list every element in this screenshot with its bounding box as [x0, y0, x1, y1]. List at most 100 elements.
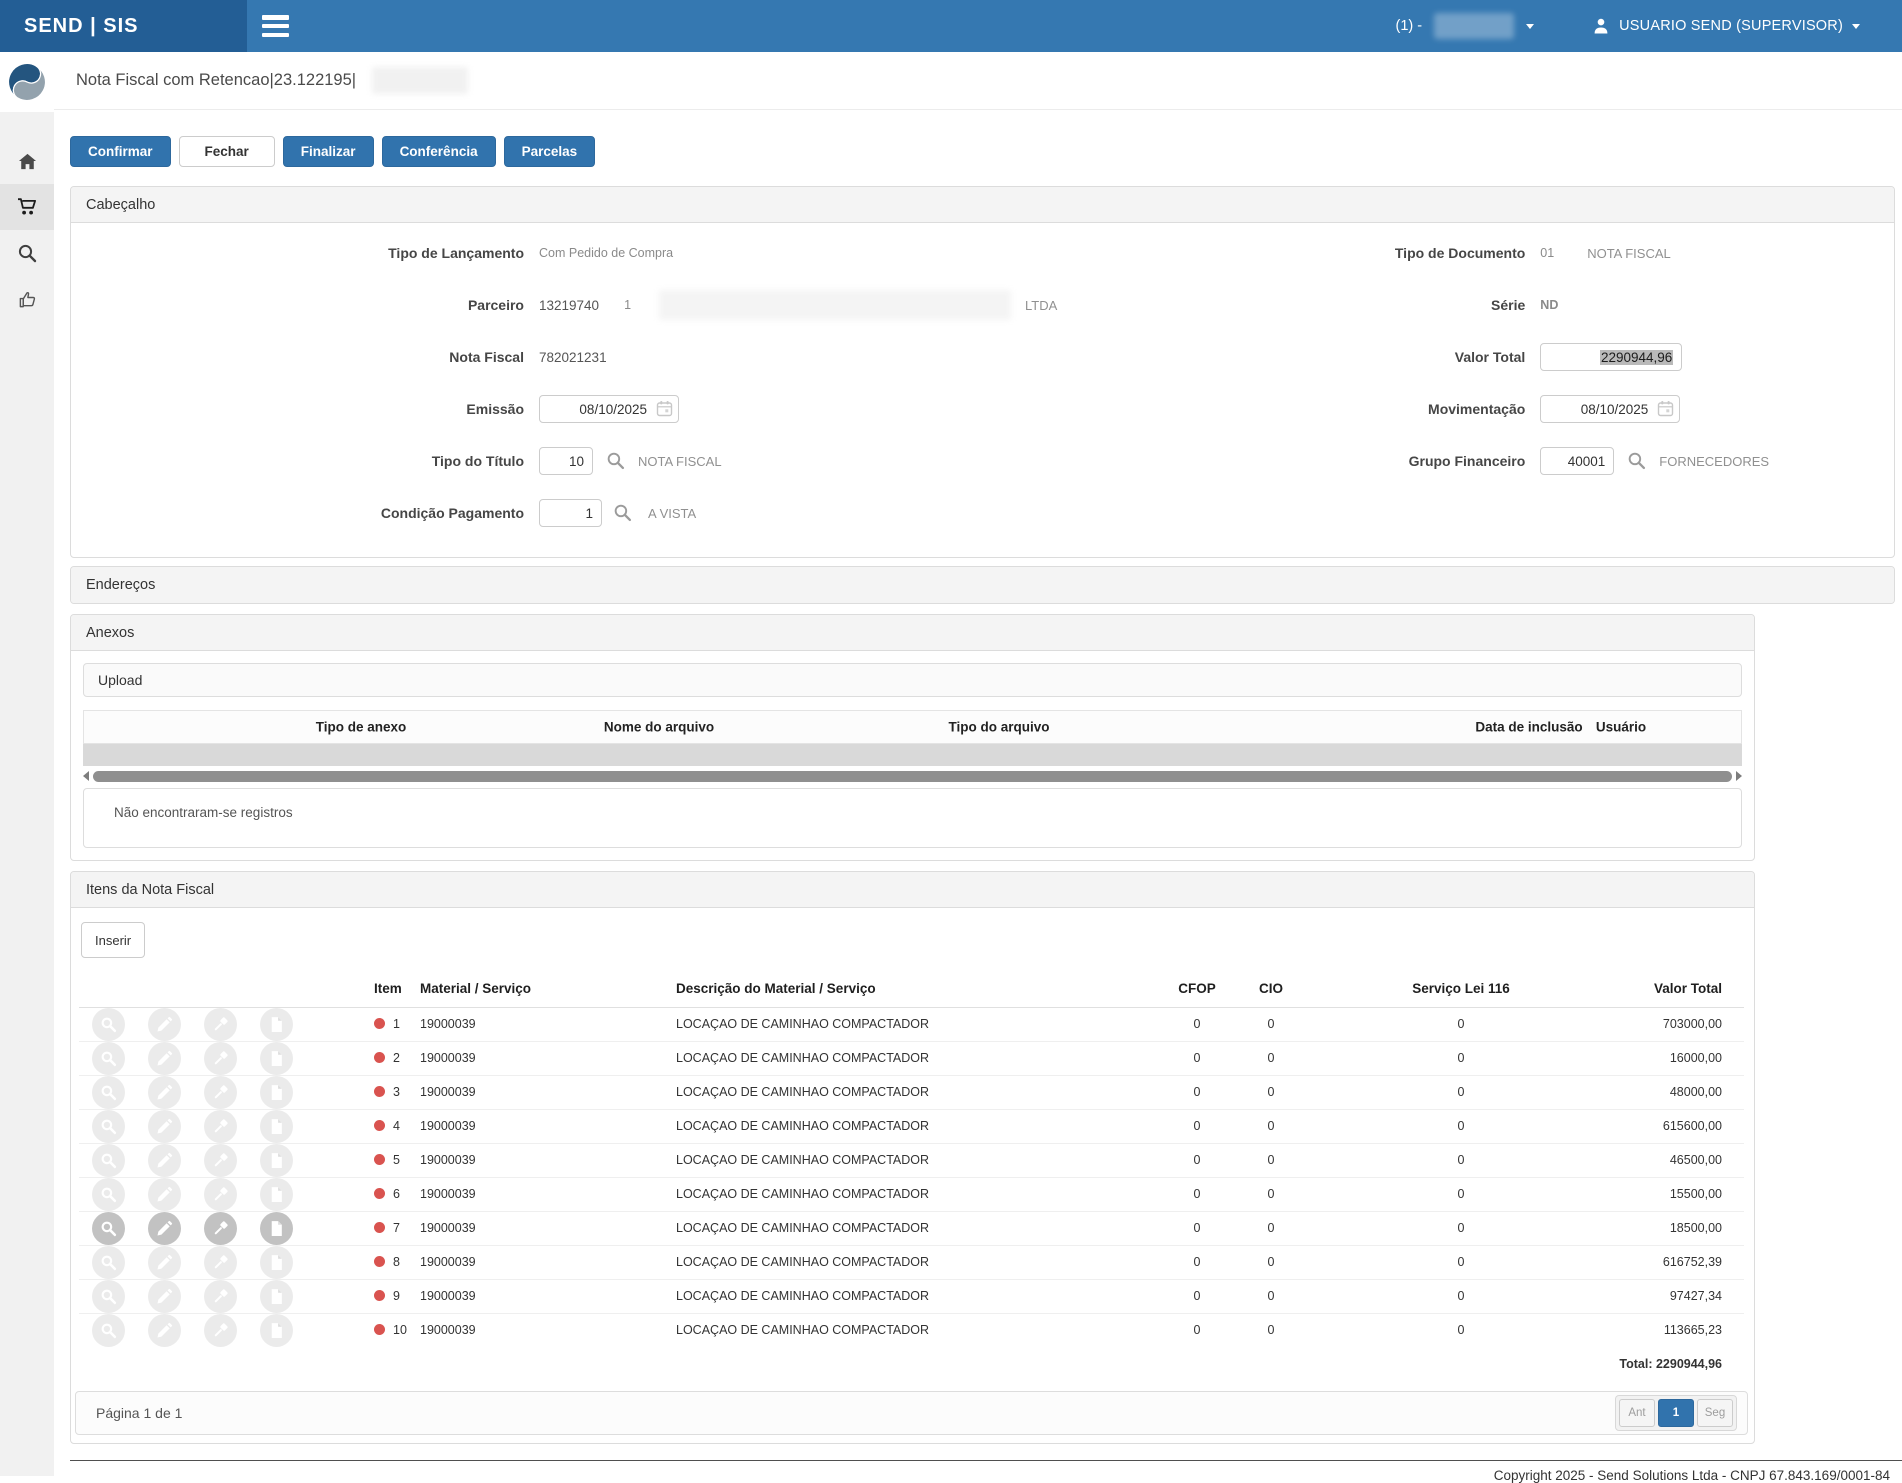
condicao-pagamento-lookup-icon[interactable]: [612, 503, 632, 523]
row-gavel-button[interactable]: [204, 1211, 237, 1245]
cfop-value: 0: [1193, 1017, 1201, 1031]
movimentacao-date-input[interactable]: 08/10/2025: [1540, 395, 1681, 423]
grupo-financeiro-input[interactable]: 40001: [1540, 447, 1615, 475]
items-header-row: Item Material / Serviço Descrição do Mat…: [79, 970, 1744, 1008]
row-view-button[interactable]: [92, 1245, 125, 1279]
calendar-icon[interactable]: [1656, 400, 1674, 418]
column-header: Nome do arquivo: [603, 719, 715, 735]
row-document-button[interactable]: [260, 1177, 293, 1211]
valor-total-value: 15500,00: [1614, 1176, 1744, 1211]
row-gavel-button[interactable]: [204, 1313, 237, 1347]
row-gavel-button[interactable]: [204, 1279, 237, 1313]
sidebar-item-home[interactable]: [0, 138, 54, 184]
panel-anexos: Anexos Upload Tipo de anexo Nome do arqu…: [70, 614, 1755, 861]
file-icon: [271, 1050, 282, 1066]
tipo-titulo-lookup-icon[interactable]: [605, 451, 625, 471]
row-gavel-button[interactable]: [204, 1245, 237, 1279]
tipo-documento-desc: NOTA FISCAL: [1587, 245, 1671, 261]
row-edit-button[interactable]: [148, 1211, 181, 1245]
company-selector[interactable]: (1) -: [1396, 13, 1535, 39]
user-menu[interactable]: USUARIO SEND (SUPERVISOR): [1592, 17, 1860, 35]
row-gavel-button[interactable]: [204, 1143, 237, 1177]
row-document-button[interactable]: [260, 1313, 293, 1347]
row-edit-button[interactable]: [148, 1041, 181, 1075]
row-document-button[interactable]: [260, 1211, 293, 1245]
row-view-button[interactable]: [92, 1041, 125, 1075]
inserir-button[interactable]: Inserir: [81, 922, 146, 958]
pencil-icon: [157, 1322, 173, 1338]
pagination-next-button[interactable]: Seg: [1697, 1399, 1733, 1427]
scroll-left-icon[interactable]: [83, 771, 89, 781]
table-row: 2 19000039 LOCAÇAO DE CAMINHAO COMPACTAD…: [79, 1040, 1744, 1075]
panel-itens-header[interactable]: Itens da Nota Fiscal: [71, 872, 1754, 908]
panel-enderecos-header[interactable]: Endereços: [71, 567, 1894, 603]
attachments-empty-row: [83, 744, 1742, 766]
row-document-button[interactable]: [260, 1007, 293, 1041]
row-view-button[interactable]: [92, 1109, 125, 1143]
row-view-button[interactable]: [92, 1211, 125, 1245]
row-view-button[interactable]: [92, 1313, 125, 1347]
cfop-value: 0: [1160, 1278, 1234, 1313]
hamburger-menu-icon[interactable]: [262, 15, 289, 37]
row-gavel-button[interactable]: [204, 1109, 237, 1143]
condicao-pagamento-input[interactable]: 1: [539, 499, 602, 527]
row-gavel-button[interactable]: [204, 1177, 237, 1211]
row-document-button[interactable]: [260, 1041, 293, 1075]
search-icon: [101, 1187, 117, 1202]
row-edit-button[interactable]: [148, 1143, 181, 1177]
row-document-button[interactable]: [260, 1279, 293, 1313]
valor-total-input[interactable]: 2290944,96: [1540, 343, 1683, 371]
grupo-financeiro-lookup-icon[interactable]: [1626, 451, 1646, 471]
row-document-button[interactable]: [260, 1143, 293, 1177]
tipo-titulo-input[interactable]: 10: [539, 447, 593, 475]
file-icon: [271, 1118, 282, 1134]
pagination-prev-button[interactable]: Ant: [1619, 1399, 1655, 1427]
row-view-button[interactable]: [92, 1007, 125, 1041]
row-view-button[interactable]: [92, 1143, 125, 1177]
row-edit-button[interactable]: [148, 1075, 181, 1109]
row-view-button[interactable]: [92, 1177, 125, 1211]
gavel-icon: [214, 1288, 228, 1302]
horizontal-scrollbar[interactable]: [83, 768, 1742, 784]
pagination-page-1-button[interactable]: 1: [1658, 1399, 1694, 1427]
row-document-button[interactable]: [260, 1075, 293, 1109]
row-gavel-button[interactable]: [204, 1007, 237, 1041]
table-row: 3 19000039 LOCAÇAO DE CAMINHAO COMPACTAD…: [79, 1074, 1744, 1109]
row-edit-button[interactable]: [148, 1245, 181, 1279]
cfop-value: 0: [1160, 1142, 1234, 1177]
row-gavel-button[interactable]: [204, 1075, 237, 1109]
row-edit-button[interactable]: [148, 1177, 181, 1211]
row-view-button[interactable]: [92, 1279, 125, 1313]
cio-value: 0: [1234, 1040, 1308, 1075]
sidebar-item-search[interactable]: [0, 230, 54, 276]
row-gavel-button[interactable]: [204, 1041, 237, 1075]
calendar-icon[interactable]: [655, 400, 673, 418]
parcelas-button[interactable]: Parcelas: [503, 136, 596, 167]
panel-cabecalho-header[interactable]: Cabeçalho: [71, 187, 1894, 223]
items-table: Item Material / Serviço Descrição do Mat…: [79, 970, 1744, 1381]
fechar-button[interactable]: Fechar: [178, 136, 275, 167]
status-dot: [374, 1154, 385, 1165]
table-row: 1 19000039 LOCAÇAO DE CAMINHAO COMPACTAD…: [79, 1007, 1744, 1041]
sidebar-item-approvals[interactable]: [0, 276, 54, 322]
table-row: 9 19000039 LOCAÇAO DE CAMINHAO COMPACTAD…: [79, 1278, 1744, 1313]
row-edit-button[interactable]: [148, 1279, 181, 1313]
row-view-button[interactable]: [92, 1075, 125, 1109]
row-edit-button[interactable]: [148, 1313, 181, 1347]
row-document-button[interactable]: [260, 1245, 293, 1279]
finalizar-button[interactable]: Finalizar: [282, 136, 374, 167]
confirmar-button[interactable]: Confirmar: [70, 136, 171, 167]
scrollbar-thumb[interactable]: [93, 770, 1732, 782]
conferencia-button[interactable]: Conferência: [381, 136, 496, 167]
valor-total-value: 16000,00: [1614, 1040, 1744, 1075]
row-document-button[interactable]: [260, 1109, 293, 1143]
upload-section-header[interactable]: Upload: [83, 663, 1742, 697]
search-icon: [101, 1017, 117, 1032]
row-edit-button[interactable]: [148, 1007, 181, 1041]
emissao-date-input[interactable]: 08/10/2025: [539, 395, 679, 423]
scroll-right-icon[interactable]: [1736, 771, 1742, 781]
home-icon: [18, 153, 36, 169]
row-edit-button[interactable]: [148, 1109, 181, 1143]
panel-anexos-header[interactable]: Anexos: [71, 615, 1754, 651]
sidebar-item-purchases[interactable]: [0, 184, 54, 230]
